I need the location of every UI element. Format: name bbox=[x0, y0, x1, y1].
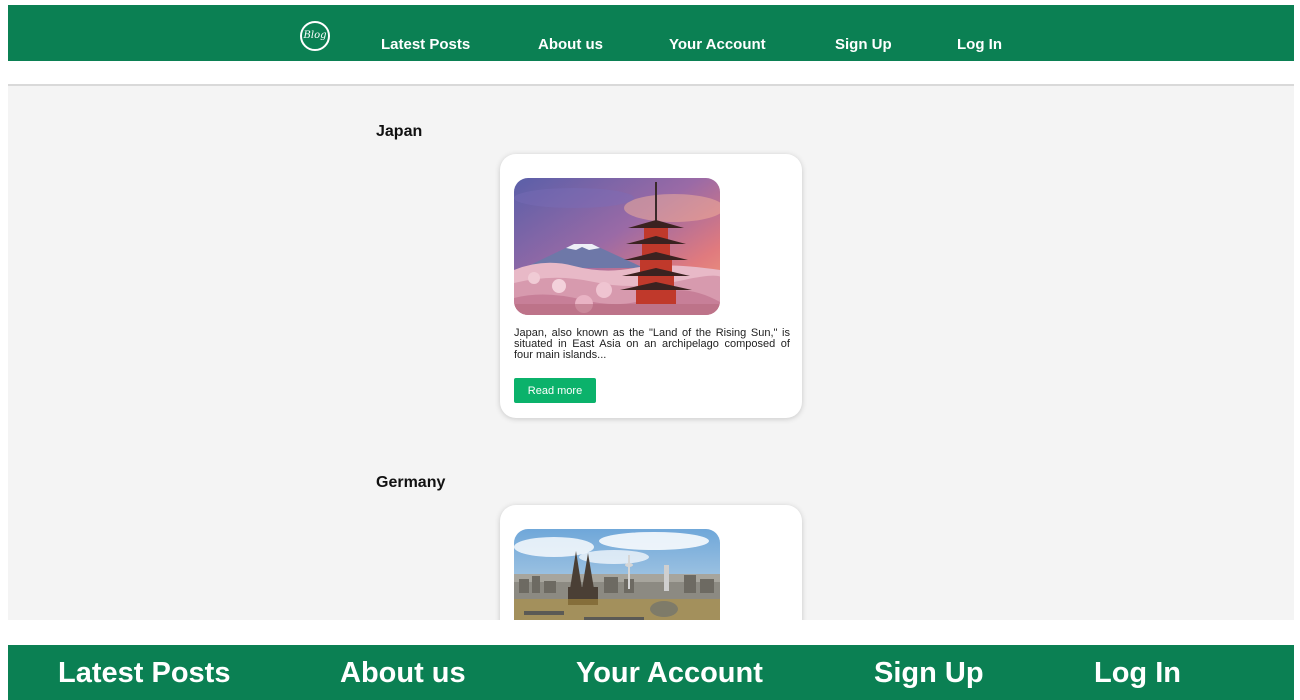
post-title: Germany bbox=[376, 474, 446, 491]
footer-your-account[interactable]: Your Account bbox=[576, 657, 763, 690]
post-image-japan bbox=[514, 178, 720, 315]
nav-log-in[interactable]: Log In bbox=[957, 36, 1002, 53]
nav-about-us[interactable]: About us bbox=[538, 36, 603, 53]
post-image-germany bbox=[514, 529, 720, 620]
post-card: Japan, also known as the "Land of the Ri… bbox=[500, 154, 802, 418]
footer-about-us[interactable]: About us bbox=[340, 657, 466, 690]
blog-logo[interactable]: Blog bbox=[300, 21, 330, 51]
nav-sign-up[interactable]: Sign Up bbox=[835, 36, 892, 53]
footer-log-in[interactable]: Log In bbox=[1094, 657, 1181, 690]
read-more-button[interactable]: Read more bbox=[514, 378, 596, 403]
posts-feed[interactable]: Japan Japan, also known as the "Land of … bbox=[8, 86, 1294, 620]
top-nav-bar: Blog Latest Posts About us Your Account … bbox=[8, 5, 1294, 61]
nav-latest-posts[interactable]: Latest Posts bbox=[381, 36, 470, 53]
post-card bbox=[500, 505, 802, 620]
bottom-nav-bar: Latest Posts About us Your Account Sign … bbox=[8, 645, 1294, 700]
footer-sign-up[interactable]: Sign Up bbox=[874, 657, 984, 690]
post-title: Japan bbox=[376, 123, 423, 140]
footer-latest-posts[interactable]: Latest Posts bbox=[58, 657, 230, 690]
post-excerpt: Japan, also known as the "Land of the Ri… bbox=[514, 327, 790, 361]
nav-your-account[interactable]: Your Account bbox=[669, 36, 766, 53]
